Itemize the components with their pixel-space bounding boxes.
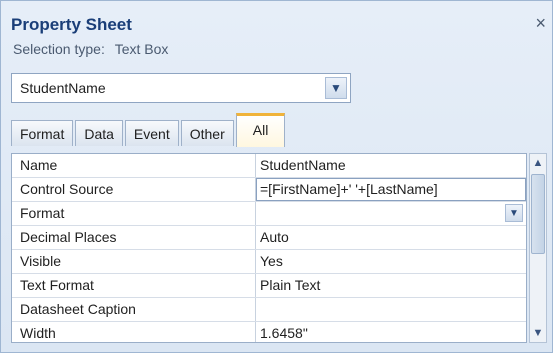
property-value[interactable] (256, 202, 526, 225)
close-icon[interactable]: × (535, 13, 546, 34)
selection-type-label: Selection type: (13, 41, 105, 57)
property-name: Datasheet Caption (12, 298, 256, 321)
property-row-format[interactable]: Format ▼ (12, 202, 526, 226)
tab-event[interactable]: Event (124, 120, 179, 146)
property-value[interactable]: Auto (256, 226, 526, 249)
selection-type-value: Text Box (114, 41, 169, 57)
property-name: Visible (12, 250, 256, 273)
property-value[interactable]: 1.6458" (256, 322, 526, 342)
property-row-width[interactable]: Width 1.6458" (12, 322, 526, 342)
property-name: Format (12, 202, 256, 225)
property-grid: Name StudentName Control Source =[FirstN… (11, 153, 527, 343)
property-row-name[interactable]: Name StudentName (12, 154, 526, 178)
property-row-text-format[interactable]: Text Format Plain Text (12, 274, 526, 298)
scroll-up-icon[interactable]: ▲ (530, 154, 546, 172)
vertical-scrollbar[interactable]: ▲ ▼ (529, 153, 547, 343)
property-value[interactable]: Plain Text (256, 274, 526, 297)
property-value[interactable]: =[FirstName]+' '+[LastName] (256, 178, 526, 201)
property-row-visible[interactable]: Visible Yes (12, 250, 526, 274)
chevron-down-icon[interactable]: ▼ (505, 204, 523, 222)
tab-data[interactable]: Data (75, 120, 123, 146)
panel-title: Property Sheet (11, 15, 132, 34)
tab-all[interactable]: All (235, 113, 286, 147)
property-value[interactable]: StudentName (256, 154, 526, 177)
property-value[interactable] (256, 298, 526, 321)
property-row-decimal-places[interactable]: Decimal Places Auto (12, 226, 526, 250)
property-row-control-source[interactable]: Control Source =[FirstName]+' '+[LastNam… (12, 178, 526, 202)
property-name: Name (12, 154, 256, 177)
tab-format[interactable]: Format (11, 120, 74, 146)
object-selector-value: StudentName (20, 80, 106, 96)
property-name: Width (12, 322, 256, 342)
selection-type: Selection type: Text Box (13, 41, 168, 57)
tab-other[interactable]: Other (180, 120, 234, 146)
scroll-thumb[interactable] (531, 174, 545, 254)
property-name: Text Format (12, 274, 256, 297)
property-value[interactable]: Yes (256, 250, 526, 273)
property-name: Control Source (12, 178, 256, 201)
property-tabs: Format Data Event Other All (11, 113, 287, 147)
property-sheet-pane: Property Sheet × Selection type: Text Bo… (0, 0, 553, 353)
scroll-down-icon[interactable]: ▼ (530, 324, 546, 342)
property-row-datasheet-caption[interactable]: Datasheet Caption (12, 298, 526, 322)
chevron-down-icon[interactable]: ▼ (325, 77, 347, 99)
property-name: Decimal Places (12, 226, 256, 249)
object-selector-combo[interactable]: StudentName ▼ (11, 73, 351, 103)
